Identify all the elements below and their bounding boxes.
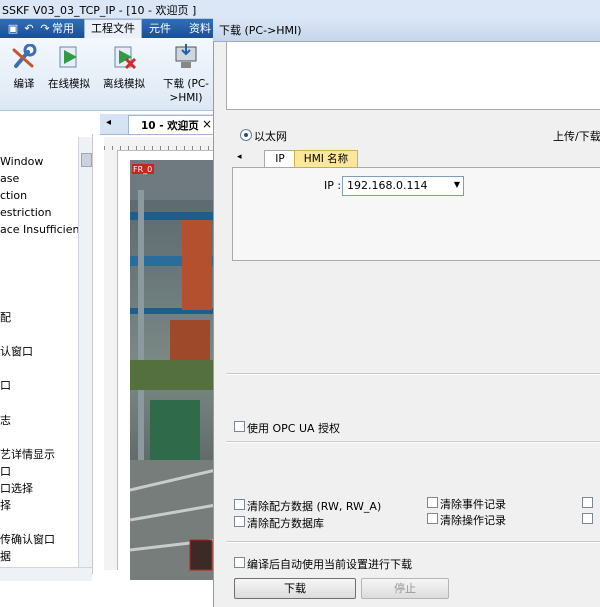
clear-operation-log-checkbox[interactable] bbox=[427, 513, 438, 524]
tree-item[interactable]: 志 bbox=[0, 412, 11, 428]
ip-address-value: 192.168.0.114 bbox=[347, 179, 428, 192]
offline-sim-button[interactable]: 离线模拟 bbox=[101, 44, 147, 91]
tab-hmi-name[interactable]: HMI 名称 bbox=[294, 150, 358, 168]
ethernet-radio[interactable] bbox=[240, 129, 252, 141]
download-ribbon-button[interactable]: 下载 (PC- >HMI) bbox=[160, 44, 212, 105]
tab-data[interactable]: 资料 bbox=[183, 20, 217, 38]
tree-item[interactable]: 择 bbox=[0, 497, 11, 513]
compile-label: 编译 bbox=[13, 78, 35, 90]
download-label-2: >HMI) bbox=[169, 92, 203, 104]
clear-recipe-data-checkbox[interactable] bbox=[234, 499, 245, 510]
folder-icon[interactable]: ▣ bbox=[6, 22, 20, 35]
ethernet-label: 以太网 bbox=[254, 130, 287, 143]
dialog-titlebar: 下载 (PC->HMI) bbox=[213, 18, 600, 42]
offline-sim-label: 离线模拟 bbox=[103, 78, 145, 90]
download-log-area bbox=[226, 41, 600, 110]
clear-recipe-data-label: 清除配方数据 (RW, RW_A) bbox=[247, 500, 382, 513]
auto-download-label: 编译后自动使用当前设置进行下载 bbox=[247, 558, 412, 571]
ip-address-combobox[interactable]: 192.168.0.114 ▼ bbox=[342, 176, 464, 196]
scroll-thumb[interactable] bbox=[81, 153, 92, 167]
clear-operation-log-label: 清除操作记录 bbox=[440, 514, 506, 527]
tree-item[interactable]: 传确认窗口 bbox=[0, 531, 55, 547]
ip-label: IP : bbox=[324, 179, 342, 192]
tree-item[interactable]: ction bbox=[0, 189, 27, 202]
tree-item[interactable]: estriction bbox=[0, 206, 52, 219]
extra-option-checkbox[interactable] bbox=[582, 513, 593, 524]
opc-ua-label: 使用 OPC UA 授权 bbox=[247, 422, 341, 435]
app-titlebar: SSKF V03_03_TCP_IP - [10 - 欢迎页 ] bbox=[0, 0, 600, 19]
tab-common[interactable]: 常用 bbox=[46, 20, 80, 38]
tree-item[interactable]: 口 bbox=[0, 463, 11, 479]
play-icon bbox=[59, 46, 77, 68]
wrench-icon bbox=[12, 43, 37, 68]
stop-button[interactable]: 停止 bbox=[361, 578, 449, 599]
tree-item[interactable]: 据 bbox=[0, 548, 11, 564]
document-tab-label: 10 - 欢迎页 bbox=[141, 120, 199, 132]
tab-ip[interactable]: IP bbox=[264, 150, 296, 168]
dialog-title: 下载 (PC->HMI) bbox=[219, 24, 302, 37]
document-tab-welcome[interactable]: 10 - 欢迎页 × bbox=[128, 115, 216, 134]
tree-item[interactable]: ace Insufficient bbox=[0, 223, 84, 236]
tree-item[interactable]: 配 bbox=[0, 309, 11, 325]
screen-canvas-photo: FR_0 bbox=[130, 160, 216, 580]
tree-item[interactable]: ase bbox=[0, 172, 19, 185]
online-sim-label: 在线模拟 bbox=[48, 78, 90, 90]
clear-event-log-checkbox[interactable] bbox=[427, 497, 438, 508]
clear-recipe-db-checkbox[interactable] bbox=[234, 516, 245, 527]
tab-project[interactable]: 工程文件 bbox=[84, 19, 142, 38]
download-button[interactable]: 下载 bbox=[234, 578, 356, 599]
extra-option-checkbox[interactable] bbox=[582, 497, 593, 508]
divider bbox=[226, 541, 600, 543]
online-sim-button[interactable]: 在线模拟 bbox=[46, 44, 92, 91]
tree-item[interactable]: 口选择 bbox=[0, 480, 33, 496]
ruler-vertical bbox=[104, 150, 118, 570]
download-label-1: 下载 (PC- bbox=[163, 78, 209, 90]
canvas-tag: FR_0 bbox=[133, 165, 152, 174]
compile-button[interactable]: 编译 bbox=[8, 43, 40, 91]
tree-item[interactable]: Window bbox=[0, 155, 43, 168]
clear-event-log-label: 清除事件记录 bbox=[440, 498, 506, 511]
divider bbox=[226, 373, 600, 375]
clear-recipe-db-label: 清除配方数据库 bbox=[247, 517, 324, 530]
divider bbox=[226, 441, 600, 443]
tab-elements[interactable]: 元件 bbox=[143, 20, 177, 38]
tab-scroll-left-icon[interactable]: ◂ bbox=[106, 117, 111, 128]
factory-photo-image: FR_0 bbox=[130, 160, 216, 580]
ruler-horizontal bbox=[104, 137, 216, 151]
tree-item[interactable]: 口 bbox=[0, 377, 11, 393]
tree-item[interactable]: 艺详情显示 bbox=[0, 446, 55, 462]
tree-vertical-scrollbar[interactable] bbox=[78, 137, 92, 573]
tree-horizontal-scrollbar[interactable] bbox=[0, 567, 92, 581]
close-icon[interactable]: × bbox=[202, 117, 212, 131]
play-stop-icon bbox=[114, 46, 137, 70]
opc-ua-checkbox[interactable] bbox=[234, 421, 245, 432]
upload-download-label: 上传/下载 bbox=[553, 130, 600, 143]
undo-icon[interactable]: ↶ bbox=[22, 22, 36, 35]
tab-scroll-left-icon[interactable]: ◂ bbox=[237, 152, 242, 162]
chevron-down-icon[interactable]: ▼ bbox=[454, 180, 460, 189]
tree-item[interactable]: 认窗口 bbox=[0, 343, 33, 359]
download-icon bbox=[175, 44, 197, 68]
app-title: SSKF V03_03_TCP_IP - [10 - 欢迎页 ] bbox=[2, 4, 197, 17]
auto-download-checkbox[interactable] bbox=[234, 557, 245, 568]
